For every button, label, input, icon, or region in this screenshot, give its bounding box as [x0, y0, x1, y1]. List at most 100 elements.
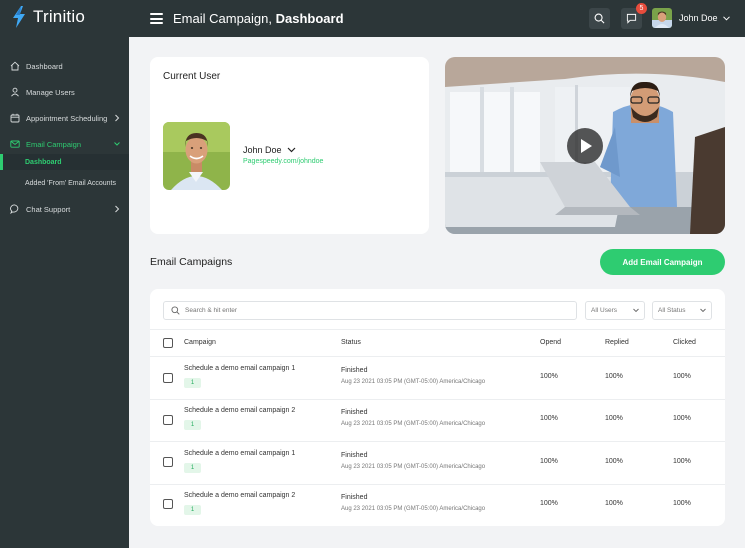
- user-photo-image: [163, 122, 230, 190]
- replied-rate: 100%: [605, 415, 623, 422]
- menu-toggle-button[interactable]: [150, 13, 163, 24]
- campaign-count-badge: 1: [184, 420, 201, 430]
- campaign-date: Aug 23 2021 03:05 PM (GMT-05:00) America…: [341, 464, 486, 470]
- campaign-status: Finished: [341, 452, 368, 459]
- hamburger-line: [150, 17, 163, 20]
- page-title-page: Dashboard: [275, 11, 344, 26]
- chevron-down-icon: [722, 15, 730, 21]
- campaigns-table-card: All Users All Status Campaign Status Ope…: [150, 289, 725, 526]
- campaign-name[interactable]: Schedule a demo email campaign 2: [184, 492, 295, 499]
- chevron-down-icon: [633, 308, 639, 313]
- campaign-date: Aug 23 2021 03:05 PM (GMT-05:00) America…: [341, 421, 486, 427]
- clicked-rate: 100%: [673, 500, 691, 507]
- avatar-image: [652, 8, 672, 28]
- row-checkbox[interactable]: [163, 499, 173, 509]
- calendar-icon: [10, 113, 20, 123]
- row-checkbox[interactable]: [163, 415, 173, 425]
- campaign-date: Aug 23 2021 03:05 PM (GMT-05:00) America…: [341, 506, 486, 512]
- messages-button[interactable]: 5: [621, 3, 647, 29]
- clicked-rate: 100%: [673, 373, 691, 380]
- brand-name: Trinitio: [33, 7, 85, 26]
- brand[interactable]: Trinitio: [10, 6, 85, 28]
- replied-rate: 100%: [605, 500, 623, 507]
- search-icon: [594, 13, 605, 24]
- current-user-title: Current User: [163, 71, 221, 82]
- campaign-count-badge: 1: [184, 505, 201, 515]
- sidebar-subitem-label: Added 'From' Email Accounts: [25, 179, 116, 187]
- row-checkbox[interactable]: [163, 373, 173, 383]
- campaign-name[interactable]: Schedule a demo email campaign 2: [184, 407, 295, 414]
- campaign-date: Aug 23 2021 03:05 PM (GMT-05:00) America…: [341, 379, 486, 385]
- campaign-count-badge: 1: [184, 463, 201, 473]
- sidebar-subitem-dashboard[interactable]: Dashboard: [0, 154, 129, 170]
- current-user-menu[interactable]: John Doe: [243, 145, 296, 155]
- select-all-checkbox[interactable]: [163, 338, 173, 348]
- users-filter-select[interactable]: All Users: [585, 301, 645, 320]
- sidebar: Dashboard Manage Users Appointment Sched…: [0, 37, 129, 548]
- chevron-right-icon: [115, 205, 120, 213]
- search-button[interactable]: [589, 8, 610, 29]
- user-name: John Doe: [679, 13, 718, 23]
- sidebar-subitem-from-email-accounts[interactable]: Added 'From' Email Accounts: [0, 175, 129, 191]
- row-checkbox[interactable]: [163, 457, 173, 467]
- search-box[interactable]: [163, 301, 577, 320]
- add-email-campaign-button[interactable]: Add Email Campaign: [600, 249, 725, 275]
- video-player[interactable]: [445, 57, 725, 234]
- sidebar-item-dashboard[interactable]: Dashboard: [0, 58, 129, 74]
- divider: [150, 329, 725, 330]
- chevron-right-icon: [115, 114, 120, 122]
- page-title: Email Campaign, Dashboard: [173, 11, 344, 26]
- email-campaigns-title: Email Campaigns: [150, 256, 233, 268]
- opened-rate: 100%: [540, 373, 558, 380]
- notification-badge: 5: [636, 3, 647, 14]
- clicked-rate: 100%: [673, 458, 691, 465]
- users-filter-value: All Users: [591, 307, 618, 314]
- divider: [150, 441, 725, 442]
- campaign-status: Finished: [341, 409, 368, 416]
- sidebar-item-label: Appointment Scheduling: [26, 113, 108, 123]
- chevron-down-icon: [287, 147, 295, 153]
- user-icon: [11, 87, 19, 97]
- play-button[interactable]: [567, 128, 603, 164]
- mail-icon: [10, 140, 20, 148]
- message-icon: [626, 13, 637, 24]
- avatar: [652, 8, 672, 28]
- current-user-name: John Doe: [243, 145, 282, 155]
- divider: [150, 356, 725, 357]
- sidebar-item-chat-support[interactable]: Chat Support: [0, 201, 129, 217]
- campaign-status: Finished: [341, 367, 368, 374]
- column-header-status[interactable]: Status: [341, 339, 361, 346]
- sidebar-item-label: Email Campaign: [26, 139, 82, 149]
- column-header-opened[interactable]: Opend: [540, 339, 561, 346]
- top-bar: Trinitio Email Campaign, Dashboard 5 Joh…: [0, 0, 745, 37]
- replied-rate: 100%: [605, 373, 623, 380]
- status-filter-value: All Status: [658, 307, 686, 314]
- sidebar-item-manage-users[interactable]: Manage Users: [0, 84, 129, 100]
- search-input[interactable]: [185, 307, 565, 314]
- clicked-rate: 100%: [673, 415, 691, 422]
- opened-rate: 100%: [540, 500, 558, 507]
- user-photo: [163, 122, 230, 190]
- replied-rate: 100%: [605, 458, 623, 465]
- current-user-profile-link[interactable]: Pagespeedy.com/johndoe: [243, 158, 323, 165]
- user-menu[interactable]: John Doe: [652, 8, 730, 28]
- play-icon: [581, 139, 592, 153]
- column-header-replied[interactable]: Replied: [605, 339, 629, 346]
- sidebar-item-appointment-scheduling[interactable]: Appointment Scheduling: [0, 110, 129, 126]
- status-filter-select[interactable]: All Status: [652, 301, 712, 320]
- opened-rate: 100%: [540, 458, 558, 465]
- sidebar-item-label: Dashboard: [26, 61, 63, 71]
- column-header-campaign[interactable]: Campaign: [184, 339, 216, 346]
- opened-rate: 100%: [540, 415, 558, 422]
- hamburger-line: [150, 13, 163, 15]
- current-user-card: Current User John Doe Pagespeedy.com/joh…: [150, 57, 429, 234]
- bolt-logo-icon: [13, 6, 25, 28]
- campaign-count-badge: 1: [184, 378, 201, 388]
- campaign-name[interactable]: Schedule a demo email campaign 1: [184, 365, 295, 372]
- chat-icon: [10, 204, 19, 214]
- home-icon: [10, 61, 20, 71]
- divider: [150, 484, 725, 485]
- campaign-name[interactable]: Schedule a demo email campaign 1: [184, 450, 295, 457]
- sidebar-item-email-campaign[interactable]: Email Campaign: [0, 136, 129, 152]
- column-header-clicked[interactable]: Clicked: [673, 339, 696, 346]
